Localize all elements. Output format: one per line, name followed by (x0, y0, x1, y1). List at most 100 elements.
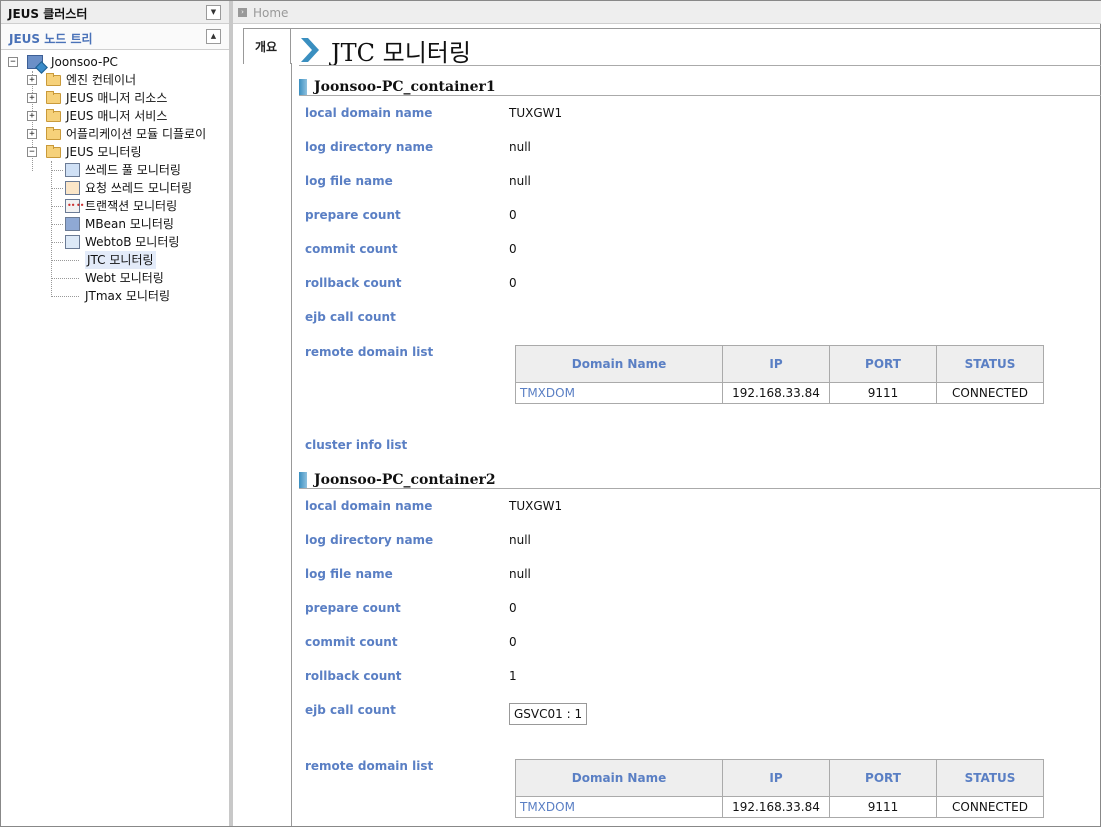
tree-item-mbean[interactable]: MBean 모니터링 (65, 215, 174, 233)
port-cell: 9111 (829, 796, 937, 818)
page-title: JTC 모니터링 (301, 35, 471, 67)
tree-node-label: JEUS 매니저 리소스 (66, 91, 168, 105)
field-label: log file name (305, 174, 393, 188)
table-row: TMXDOM 192.168.33.84 9111 CONNECTED (515, 796, 1044, 818)
tree-item-label: MBean 모니터링 (85, 217, 174, 231)
field-value: 0 (509, 635, 517, 649)
chevron-right-icon: › (238, 8, 247, 17)
remote-domain-table: Domain Name IP PORT STATUS TMXDOM 192.16… (515, 345, 1044, 404)
expand-icon[interactable]: + (27, 111, 37, 121)
domain-link[interactable]: TMXDOM (515, 796, 723, 818)
tree-item-label: WebtoB 모니터링 (85, 235, 180, 249)
status-cell: CONNECTED (936, 382, 1044, 404)
table-header-row: Domain Name IP PORT STATUS (515, 759, 1044, 797)
folder-open-icon (46, 144, 61, 158)
tab-overview[interactable]: 개요 (243, 28, 291, 64)
tree-node-root[interactable]: − Joonsoo-PC (8, 53, 118, 71)
tree-item-request-thread[interactable]: 요청 쓰레드 모니터링 (65, 179, 192, 197)
tree-item-jtc[interactable]: JTC 모니터링 (85, 251, 156, 269)
ejb-call-chip: GSVC01 : 1 (509, 703, 588, 725)
tree-item-label: JTmax 모니터링 (85, 289, 170, 303)
remote-domain-table: Domain Name IP PORT STATUS TMXDOM 192.16… (515, 759, 1044, 818)
collapse-cluster-button[interactable]: ▼ (206, 5, 221, 20)
mbean-icon (65, 217, 80, 231)
collapse-icon[interactable]: − (27, 147, 37, 157)
port-cell: 9111 (829, 382, 937, 404)
collapse-tree-button[interactable]: ▲ (206, 29, 221, 44)
field-value: 0 (509, 242, 517, 256)
tree-node-manager-resources[interactable]: + JEUS 매니저 리소스 (27, 89, 167, 107)
collapse-icon[interactable]: − (8, 57, 18, 67)
folder-icon (46, 72, 61, 86)
field-value: null (509, 174, 531, 188)
expand-icon[interactable]: + (27, 93, 37, 103)
container-section: Joonsoo-PC_container1 local domain name T… (299, 78, 1101, 452)
tree-item-label: 요청 쓰레드 모니터링 (85, 181, 192, 195)
expand-icon[interactable]: + (27, 129, 37, 139)
cluster-panel-title: JEUS 클러스터 (8, 7, 88, 21)
chevron-down-icon: ▼ (210, 8, 217, 16)
folder-icon (46, 126, 61, 140)
tree-node-label: JEUS 모니터링 (66, 145, 142, 159)
field-value: 0 (509, 208, 517, 222)
tree-node-engine-container[interactable]: + 엔진 컨테이너 (27, 71, 136, 89)
tree-item-webtob[interactable]: WebtoB 모니터링 (65, 233, 179, 251)
field-label: remote domain list (305, 345, 434, 359)
column-header-domain-name: Domain Name (515, 759, 723, 797)
content-area: JTC 모니터링 Joonsoo-PC_container1 local dom… (299, 29, 1101, 826)
tree-item-label: JTC 모니터링 (85, 251, 156, 269)
table-header-row: Domain Name IP PORT STATUS (515, 345, 1044, 383)
domain-link[interactable]: TMXDOM (515, 382, 723, 404)
container-section: Joonsoo-PC_container2 local domain name T… (299, 471, 1101, 818)
field-label: ejb call count (305, 310, 396, 324)
tree-item-transaction[interactable]: 트랜잭션 모니터링 (65, 197, 177, 215)
section-title: Joonsoo-PC_container2 (314, 472, 496, 488)
section-header: Joonsoo-PC_container2 (299, 471, 1101, 489)
server-icon (27, 55, 43, 69)
tab-label: 개요 (255, 40, 278, 54)
field-label: commit count (305, 635, 398, 649)
tree-node-label: 엔진 컨테이너 (66, 73, 137, 87)
breadcrumb-home[interactable]: Home (253, 6, 288, 20)
main-panel: › Home 개요 JTC 모니터링 Joonsoo-PC_container1 (233, 1, 1101, 826)
status-cell: CONNECTED (936, 796, 1044, 818)
field-value: 0 (509, 276, 517, 290)
tree-node-label: 어플리케이션 모듈 디플로이 (66, 127, 207, 141)
ip-cell: 192.168.33.84 (722, 382, 830, 404)
tree-node-monitoring[interactable]: − JEUS 모니터링 (27, 143, 142, 161)
page-title-text: JTC 모니터링 (331, 38, 471, 67)
tree-node-app-deploy[interactable]: + 어플리케이션 모듈 디플로이 (27, 125, 206, 143)
column-header-port: PORT (829, 345, 937, 383)
field-value: 1 (509, 669, 517, 683)
cluster-panel-header: JEUS 클러스터 ▼ (1, 1, 229, 24)
field-label: remote domain list (305, 759, 434, 773)
column-header-status: STATUS (936, 345, 1044, 383)
field-label: log file name (305, 567, 393, 581)
column-header-port: PORT (829, 759, 937, 797)
tree-node-label: Joonsoo-PC (51, 55, 118, 69)
field-label: rollback count (305, 669, 402, 683)
field-value: TUXGW1 (509, 106, 563, 120)
ip-cell: 192.168.33.84 (722, 796, 830, 818)
tree-node-manager-services[interactable]: + JEUS 매니저 서비스 (27, 107, 167, 125)
tree-item-thread-pool[interactable]: 쓰레드 풀 모니터링 (65, 161, 181, 179)
table-row: TMXDOM 192.168.33.84 9111 CONNECTED (515, 382, 1044, 404)
field-label: rollback count (305, 276, 402, 290)
sidebar: JEUS 클러스터 ▼ JEUS 노드 트리 ▲ − Joonsoo-PC + … (1, 1, 229, 826)
column-header-ip: IP (722, 759, 830, 797)
folder-icon (46, 108, 61, 122)
tree-item-jtmax[interactable]: JTmax 모니터링 (85, 287, 170, 305)
column-header-ip: IP (722, 345, 830, 383)
expand-icon[interactable]: + (27, 75, 37, 85)
thread-pool-icon (65, 163, 80, 177)
tree-item-webt[interactable]: Webt 모니터링 (85, 269, 164, 287)
column-header-status: STATUS (936, 759, 1044, 797)
section-marker (299, 472, 307, 488)
chevron-up-icon: ▲ (210, 32, 217, 40)
field-value: null (509, 567, 531, 581)
field-value: TUXGW1 (509, 499, 563, 513)
column-header-domain-name: Domain Name (515, 345, 723, 383)
field-value: null (509, 140, 531, 154)
field-label: ejb call count (305, 703, 396, 717)
monitor-icon (65, 235, 80, 249)
